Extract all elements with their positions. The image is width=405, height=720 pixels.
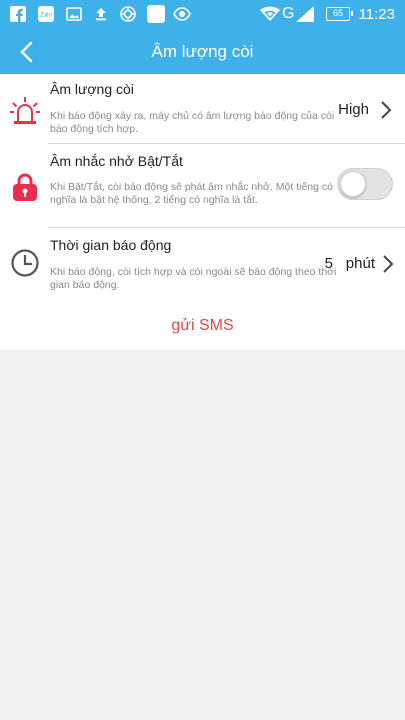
reminder-toggle[interactable] — [337, 168, 393, 200]
app-bar: Âm lượng còi — [0, 30, 405, 74]
app-icon — [120, 6, 136, 22]
reminder-description: Khi Bật/Tắt, còi báo động sẽ phát âm nhắ… — [50, 181, 333, 206]
clock-icon — [11, 249, 39, 277]
alarm-time-description: Khi báo động, còi tích hợp và còi ngoài … — [50, 266, 337, 291]
zalo-icon: Zalo — [38, 6, 54, 22]
volume-description: Khi báo động xảy ra, máy chủ có âm lượng… — [50, 110, 335, 135]
volume-title: Âm lượng còi — [50, 81, 134, 97]
status-time: 11:23 — [358, 6, 395, 23]
volume-value: High — [338, 101, 369, 118]
alarm-time-row[interactable]: Thời gian báo động Khi báo động, còi tíc… — [0, 228, 405, 298]
eye-icon — [173, 7, 191, 21]
alarm-time-title: Thời gian báo động — [50, 237, 172, 253]
facebook-icon — [10, 6, 26, 22]
signal-icon — [296, 6, 314, 22]
send-sms-button[interactable]: gửi SMS — [0, 316, 405, 336]
volume-row[interactable]: Âm lượng còi Khi báo động xảy ra, máy ch… — [0, 74, 405, 144]
reminder-title: Âm nhắc nhở Bật/Tắt — [50, 153, 183, 169]
svg-text:Zalo: Zalo — [40, 13, 52, 19]
chevron-right-icon — [383, 255, 394, 273]
battery-icon: 65 — [326, 7, 353, 21]
image-icon — [66, 7, 82, 21]
alarm-time-unit: phút — [345, 255, 375, 272]
status-bar: Zalo G 65 11:23 — [0, 0, 405, 30]
upload-icon — [96, 8, 106, 21]
chevron-right-icon — [381, 101, 392, 119]
siren-icon — [10, 97, 40, 124]
battery-level: 65 — [332, 8, 343, 18]
alarm-time-value: 5 — [324, 255, 333, 272]
settings-panel: Âm lượng còi Khi báo động xảy ra, máy ch… — [0, 74, 405, 350]
reminder-row: Âm nhắc nhở Bật/Tắt Khi Bật/Tắt, còi báo… — [0, 144, 405, 228]
network-type: G — [282, 5, 295, 22]
toggle-knob — [340, 171, 366, 197]
wifi-icon — [260, 6, 280, 21]
page-title: Âm lượng còi — [151, 42, 254, 61]
square-icon — [147, 5, 165, 23]
lock-icon — [13, 173, 37, 201]
